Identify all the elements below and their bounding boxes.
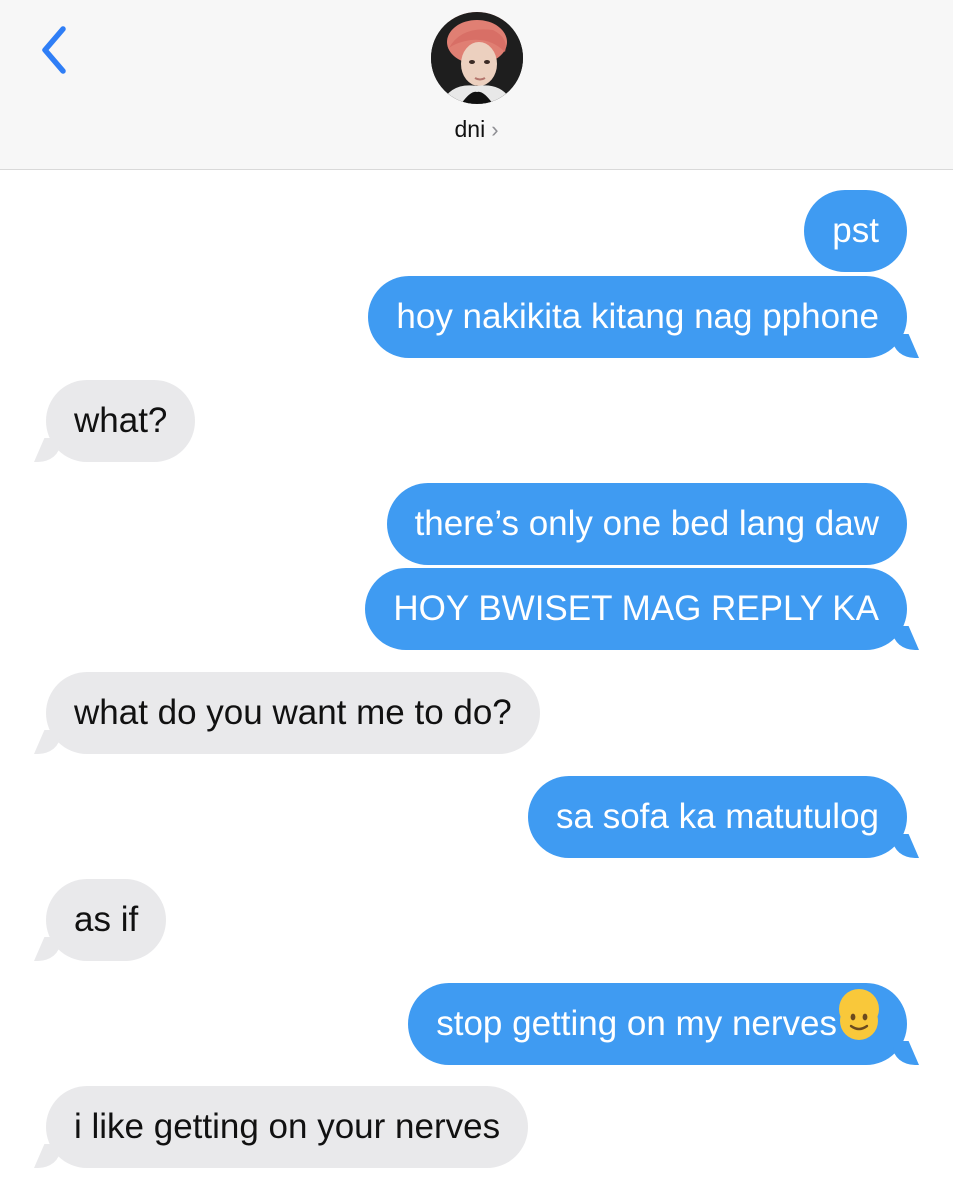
message-text: what? [74,401,168,440]
slightly-smiling-face-emoji [839,989,879,1040]
received-message[interactable]: what do you want me to do? [46,672,540,754]
message-text: what do you want me to do? [74,693,512,732]
message-text: sa sofa ka matutulog [556,797,879,836]
message-thread: pst hoy nakikita kitang nag pphone what?… [0,0,953,1200]
message-text: i like getting on your nerves [74,1107,501,1146]
sent-message[interactable]: hoy nakikita kitang nag pphone [368,276,907,358]
sent-message[interactable]: there’s only one bed lang daw [386,483,907,565]
message-text: HOY BWISET MAG REPLY KA [393,589,879,628]
sent-message[interactable]: sa sofa ka matutulog [528,776,907,858]
message-text: hoy nakikita kitang nag pphone [396,297,879,336]
sent-message[interactable]: HOY BWISET MAG REPLY KA [365,568,907,650]
received-message[interactable]: as if [46,879,167,961]
message-text: there’s only one bed lang daw [414,504,879,543]
received-message[interactable]: what? [46,380,196,462]
message-text: stop getting on my nerves [436,1004,837,1043]
message-text: as if [74,900,139,939]
received-message[interactable]: i like getting on your nerves [46,1086,529,1168]
sent-message[interactable]: pst [804,190,907,272]
message-text: pst [832,211,879,250]
sent-message[interactable]: stop getting on my nerves [408,983,907,1065]
